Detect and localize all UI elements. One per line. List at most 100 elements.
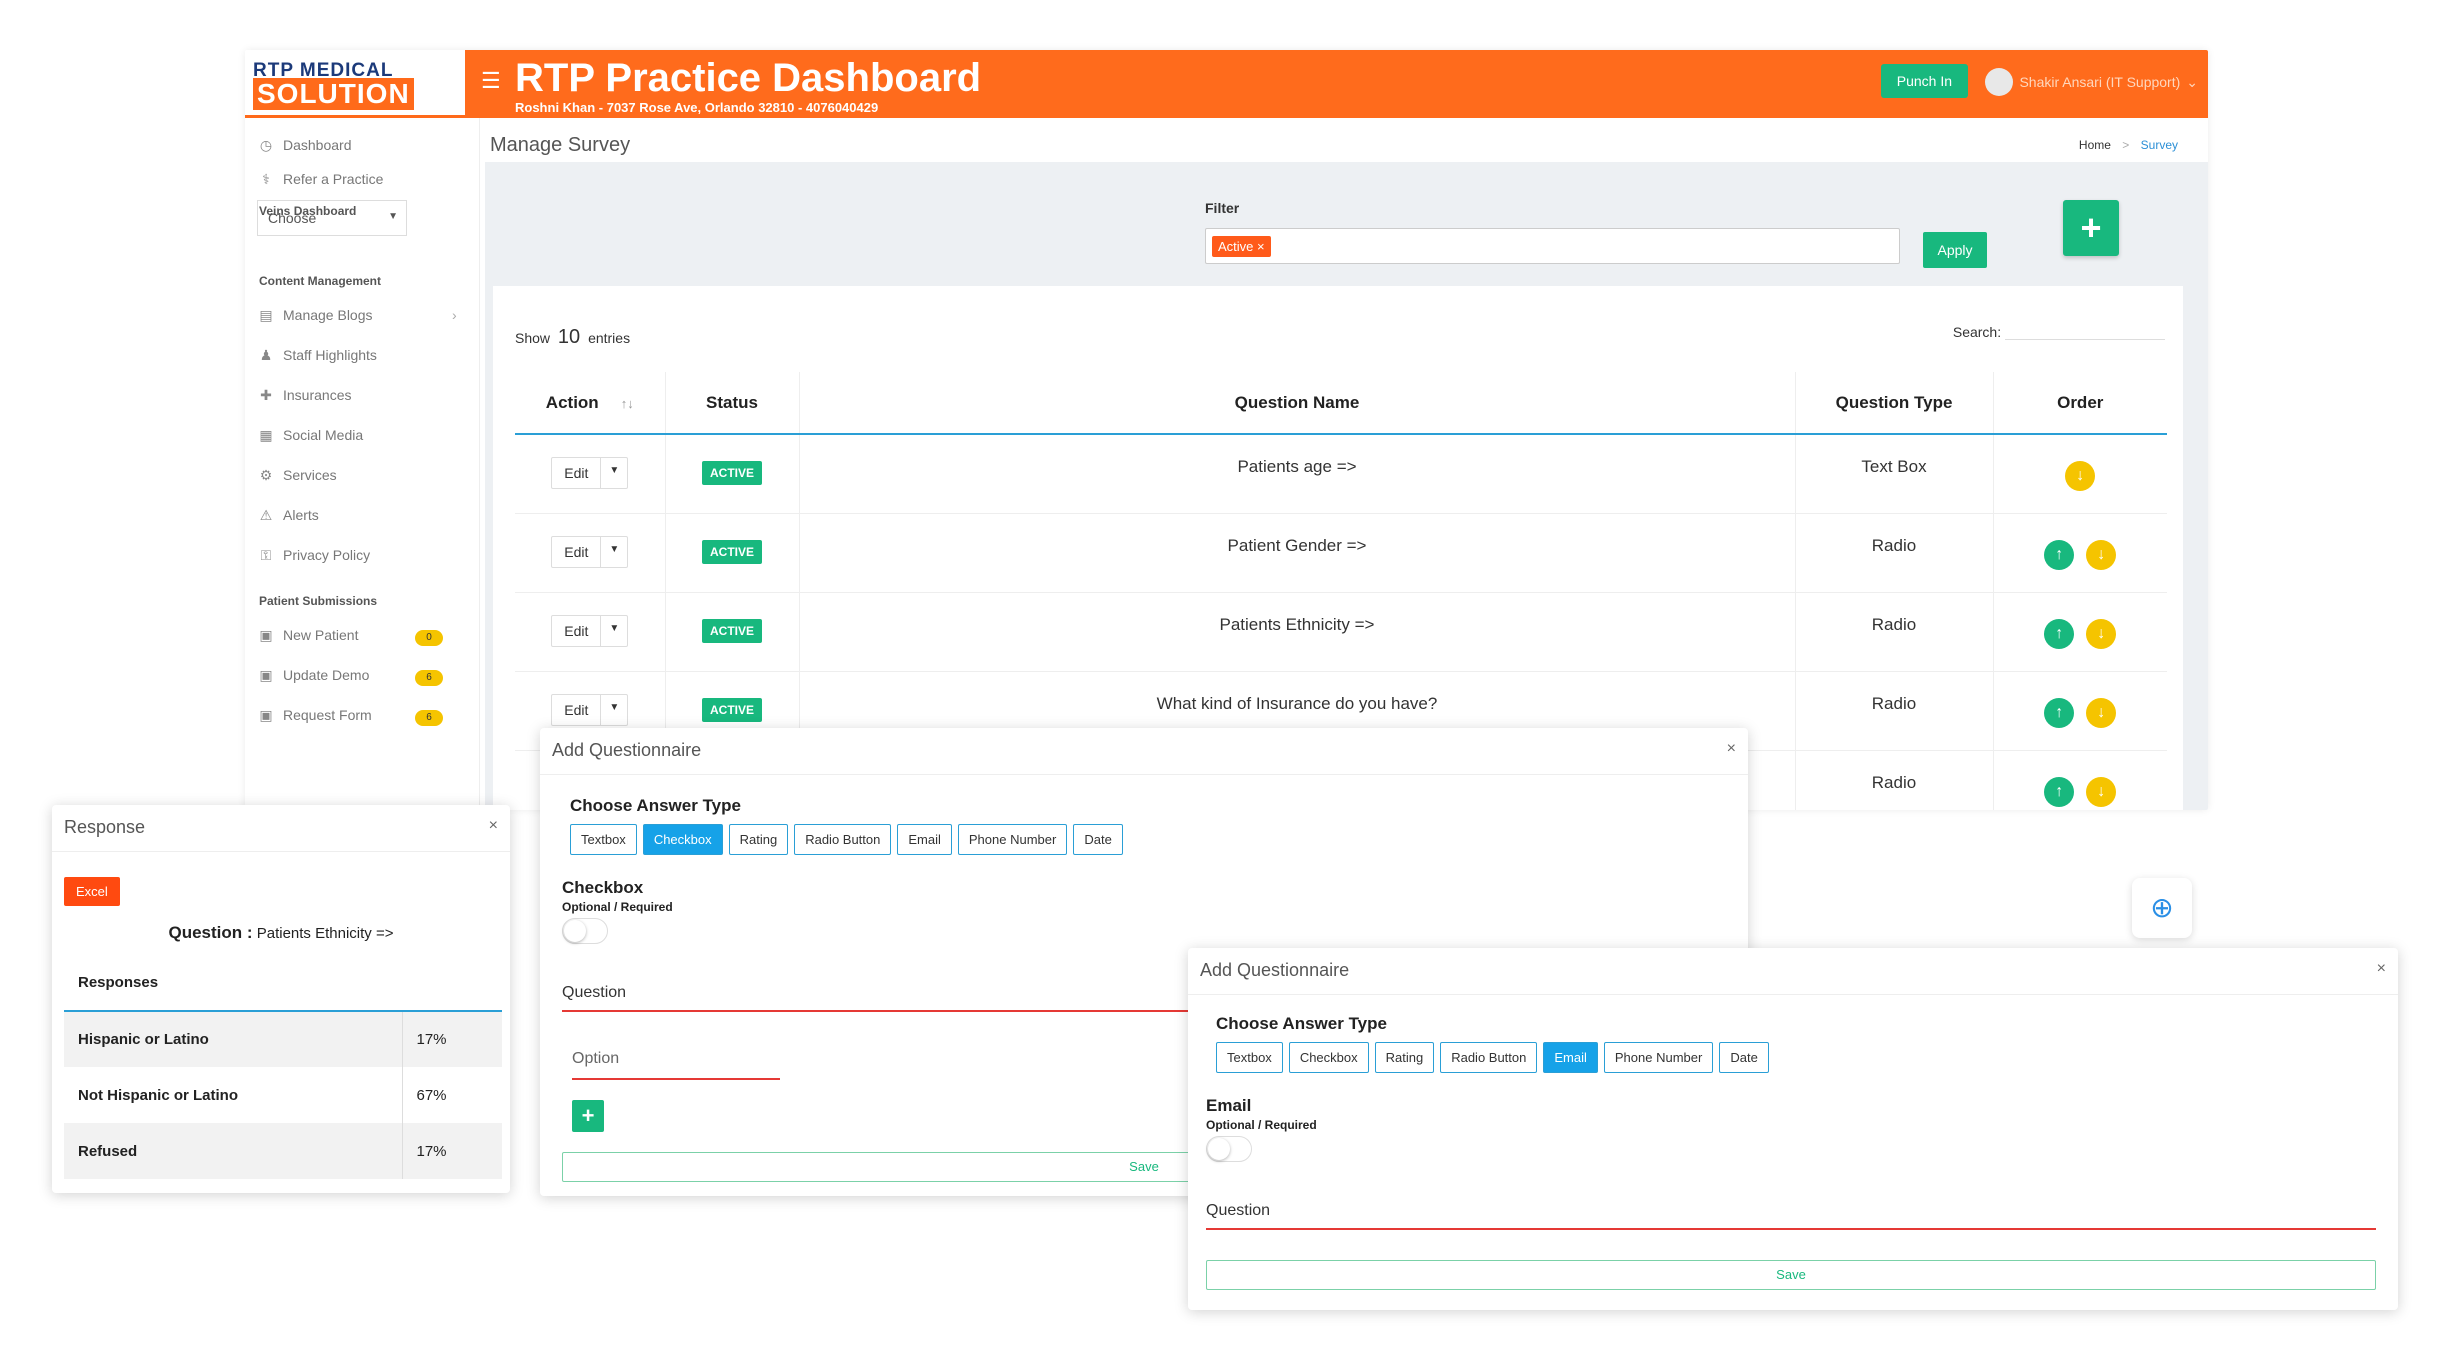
- header-question-type[interactable]: Question Type: [1794, 372, 1993, 435]
- status-badge: ACTIVE: [701, 461, 762, 485]
- answer-type-phone-number[interactable]: Phone Number: [957, 824, 1068, 855]
- move-up-icon[interactable]: ↑: [2044, 618, 2075, 649]
- caret-down-icon[interactable]: ▼: [600, 536, 627, 567]
- answer-type-radio-button[interactable]: Radio Button: [794, 824, 892, 855]
- refer-icon: ⚕: [262, 170, 270, 187]
- move-up-icon[interactable]: ↑: [2044, 776, 2075, 807]
- answer-type-group: Textbox Checkbox Rating Radio Button Email Ph…: [570, 824, 1123, 855]
- header-question-name[interactable]: Question Name: [798, 372, 1795, 435]
- header-status[interactable]: Status: [664, 372, 799, 435]
- question-input[interactable]: [1206, 1228, 2376, 1230]
- sidebar-item-update-demo[interactable]: ▣ Update Demo: [257, 666, 369, 684]
- choose-answer-type: Choose Answer Type: [570, 796, 741, 815]
- required-toggle[interactable]: [562, 918, 608, 944]
- edit-button[interactable]: Edit▼: [551, 614, 629, 647]
- choose-answer-type: Choose Answer Type: [1216, 1014, 1387, 1033]
- add-question-button[interactable]: +: [2063, 200, 2119, 256]
- order-controls: ↑ ↓: [1992, 671, 2167, 751]
- sidebar-item-insurances[interactable]: ✚ Insurances: [257, 386, 351, 404]
- sidebar-item-services[interactable]: ⚙ Services: [257, 466, 337, 484]
- order-controls: ↑ ↓: [1992, 750, 2167, 810]
- answer-type-email[interactable]: Email: [1543, 1042, 1598, 1073]
- edit-button[interactable]: Edit▼: [551, 457, 629, 489]
- answer-type-phone-number[interactable]: Phone Number: [1603, 1042, 1714, 1073]
- move-up-icon[interactable]: ↑: [2044, 697, 2075, 728]
- help-lifebuoy-icon[interactable]: ⊕: [2132, 878, 2192, 938]
- page-title: Manage Survey: [490, 134, 631, 156]
- answer-type-textbox[interactable]: Textbox: [570, 824, 637, 855]
- caret-down-icon: ▼: [388, 211, 398, 222]
- sidebar-item-request-form[interactable]: ▣ Request Form: [257, 706, 371, 724]
- answer-type-checkbox[interactable]: Checkbox: [642, 824, 723, 855]
- update-demo-badge: 6: [415, 670, 443, 686]
- active-filter-tag[interactable]: Active ×: [1212, 236, 1271, 257]
- close-icon[interactable]: ×: [1727, 740, 1736, 758]
- answer-type-date[interactable]: Date: [1719, 1042, 1769, 1073]
- edit-button[interactable]: Edit▼: [551, 535, 629, 568]
- sidebar-item-refer[interactable]: ⚕ Refer a Practice: [257, 170, 383, 188]
- apply-button[interactable]: Apply: [1923, 232, 1987, 268]
- sidebar-item-new-patient[interactable]: ▣ New Patient: [257, 626, 358, 644]
- sidebar-item-privacy-policy[interactable]: ⚿ Privacy Policy: [257, 546, 370, 564]
- response-title: Response: [64, 817, 146, 837]
- caret-down-icon[interactable]: ▼: [600, 615, 627, 646]
- answer-type-radio-button[interactable]: Radio Button: [1440, 1042, 1538, 1073]
- answer-type-textbox[interactable]: Textbox: [1216, 1042, 1283, 1073]
- hamburger-icon[interactable]: ☰: [481, 68, 501, 94]
- required-toggle[interactable]: [1206, 1136, 1252, 1162]
- answer-type-rating[interactable]: Rating: [1374, 1042, 1435, 1073]
- sidebar-item-staff-highlights[interactable]: ♟ Staff Highlights: [257, 346, 377, 364]
- move-down-icon[interactable]: ↓: [2086, 697, 2117, 728]
- response-question: Question : Patients Ethnicity =>: [168, 923, 394, 942]
- answer-type-group: Textbox Checkbox Rating Radio Button Email Ph…: [1216, 1042, 1769, 1073]
- move-down-icon[interactable]: ↓: [2086, 776, 2117, 807]
- question-type: Radio: [1794, 750, 1993, 810]
- move-down-icon[interactable]: ↓: [2086, 618, 2117, 649]
- close-icon[interactable]: ×: [2377, 960, 2386, 978]
- save-button[interactable]: Save: [1206, 1260, 2376, 1290]
- status-badge: ACTIVE: [701, 539, 762, 564]
- header-order[interactable]: Order: [1992, 372, 2167, 435]
- close-icon[interactable]: ×: [489, 817, 498, 835]
- header-action[interactable]: Action ↑↓: [515, 372, 665, 435]
- answer-type-date[interactable]: Date: [1073, 824, 1123, 855]
- breadcrumb-home[interactable]: Home: [2079, 138, 2111, 152]
- filter-input[interactable]: Active ×: [1205, 228, 1900, 264]
- entries-select[interactable]: 10: [558, 326, 580, 348]
- search-input[interactable]: [2005, 326, 2165, 340]
- veins-select[interactable]: Choose ▼: [257, 200, 407, 236]
- app-title: RTP Practice Dashboard: [515, 56, 982, 100]
- answer-type-checkbox[interactable]: Checkbox: [1288, 1042, 1369, 1073]
- add-option-button[interactable]: +: [572, 1100, 604, 1132]
- option-input[interactable]: [572, 1078, 780, 1080]
- modal-title: Add Questionnaire: [1200, 960, 1350, 980]
- type-title: Checkbox: [562, 878, 644, 897]
- excel-button[interactable]: Excel: [64, 877, 120, 906]
- move-down-icon[interactable]: ↓: [2065, 461, 2096, 491]
- question-type: Text Box: [1794, 434, 1993, 514]
- punch-in-button[interactable]: Punch In: [1880, 64, 1968, 98]
- optional-required-label: Optional / Required: [562, 900, 673, 914]
- answer-type-rating[interactable]: Rating: [728, 824, 789, 855]
- optional-required-label: Optional / Required: [1206, 1118, 1317, 1132]
- question-type: Radio: [1794, 592, 1993, 672]
- clipboard-icon: ▣: [259, 626, 273, 643]
- sort-icon[interactable]: ↑↓: [621, 396, 634, 411]
- sidebar-item-social-media[interactable]: ▦ Social Media: [257, 426, 363, 444]
- move-up-icon[interactable]: ↑: [2044, 539, 2075, 570]
- status-badge: ACTIVE: [701, 618, 762, 643]
- question-input[interactable]: [562, 1010, 1222, 1012]
- user-menu[interactable]: Shakir Ansari (IT Support) ⌄: [1985, 68, 2198, 96]
- edit-button[interactable]: Edit▼: [551, 693, 629, 726]
- move-down-icon[interactable]: ↓: [2086, 539, 2117, 570]
- sidebar-item-alerts[interactable]: ⚠ Alerts: [257, 506, 319, 524]
- practice-info: Roshni Khan - 7037 Rose Ave, Orlando 328…: [515, 100, 879, 115]
- question-type: Radio: [1794, 513, 1993, 593]
- breadcrumb: Home > Survey: [2079, 138, 2178, 152]
- sidebar-item-manage-blogs[interactable]: ▤ Manage Blogs ›: [257, 306, 456, 324]
- caret-down-icon[interactable]: ▼: [600, 458, 627, 488]
- logo[interactable]: RTP MEDICAL SOLUTION: [245, 50, 465, 118]
- answer-type-email[interactable]: Email: [897, 824, 952, 855]
- sidebar-item-dashboard[interactable]: ◷ Dashboard: [257, 136, 352, 154]
- caret-down-icon[interactable]: ▼: [600, 694, 627, 725]
